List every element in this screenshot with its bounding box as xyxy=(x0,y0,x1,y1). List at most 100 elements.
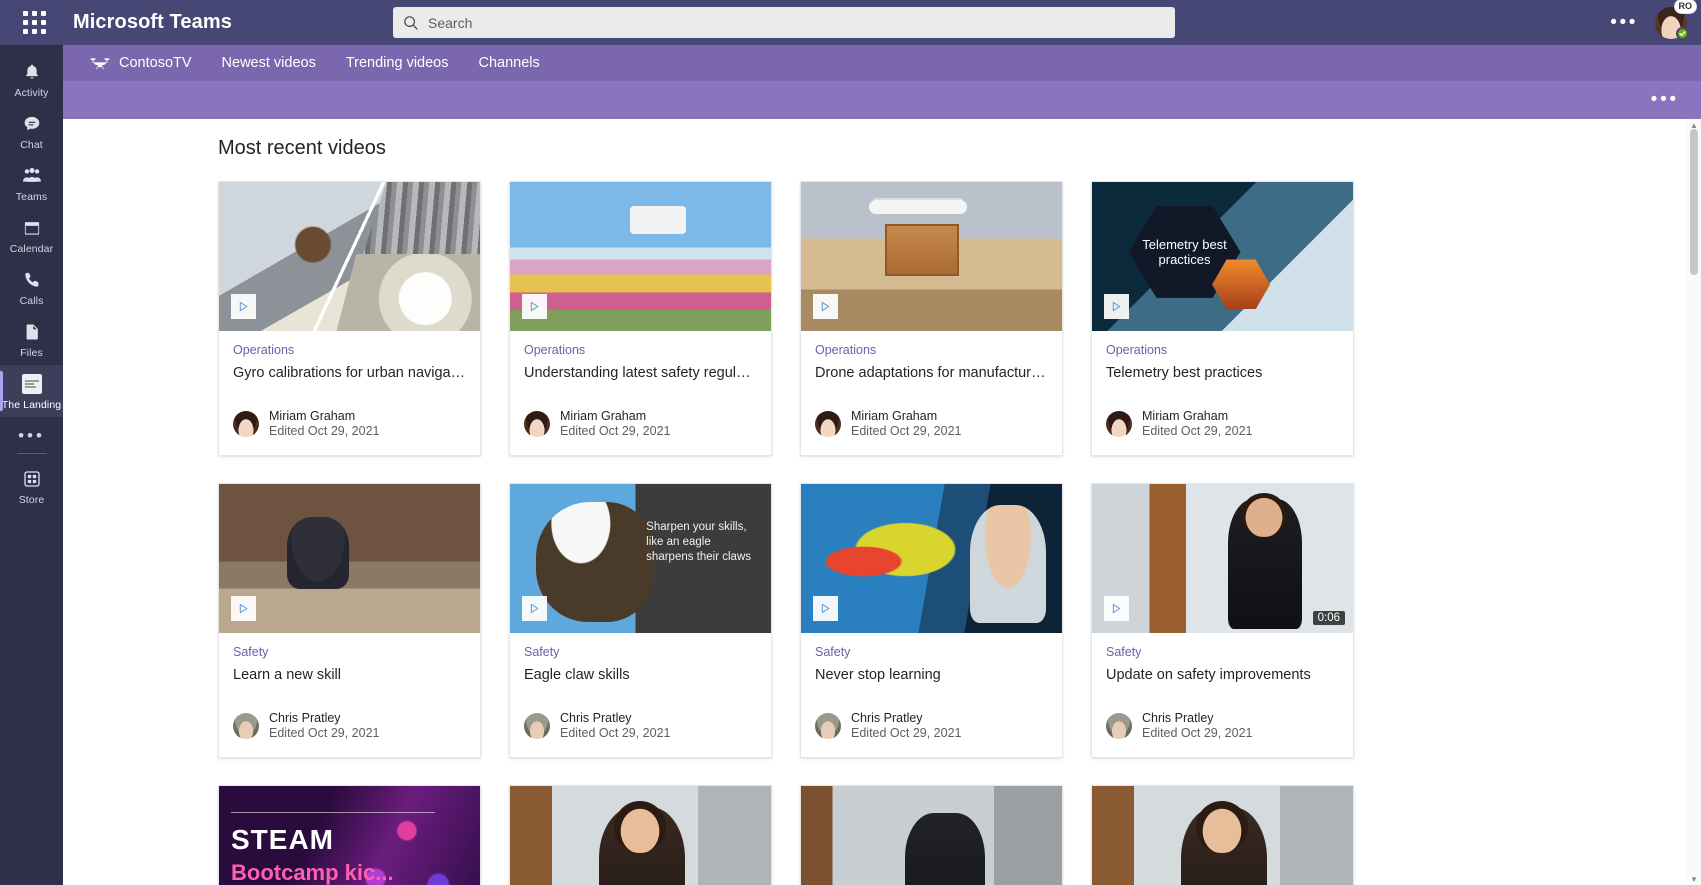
video-title: Understanding latest safety regulations xyxy=(524,365,757,381)
play-button[interactable] xyxy=(813,596,838,621)
author-avatar xyxy=(815,713,841,739)
video-edited-date: Edited Oct 29, 2021 xyxy=(269,726,380,740)
play-button[interactable] xyxy=(522,294,547,319)
video-title: Update on safety improvements xyxy=(1106,667,1311,683)
author-avatar xyxy=(1106,411,1132,437)
app-tab-bar: ContosoTV Newest videos Trending videos … xyxy=(63,45,1701,81)
play-icon xyxy=(239,301,248,312)
author-name: Chris Pratley xyxy=(1142,711,1214,725)
tab-channels[interactable]: Channels xyxy=(478,55,539,71)
video-card[interactable]: Operations Understanding latest safety r… xyxy=(509,181,772,456)
tab-newest-videos[interactable]: Newest videos xyxy=(222,55,316,71)
search-input[interactable] xyxy=(428,14,1165,31)
sidebar-item-store[interactable]: Store xyxy=(0,460,63,512)
sidebar-item-the-landing[interactable]: The Landing xyxy=(0,365,63,417)
author-name: Miriam Graham xyxy=(560,409,647,423)
video-card[interactable] xyxy=(800,785,1063,885)
video-category[interactable]: Operations xyxy=(815,343,1048,357)
video-author-row: Miriam Graham Edited Oct 29, 2021 xyxy=(801,383,1062,455)
video-thumbnail[interactable] xyxy=(510,182,771,331)
video-category[interactable]: Operations xyxy=(1106,343,1339,357)
video-category[interactable]: Safety xyxy=(1106,645,1339,659)
author-avatar xyxy=(1106,713,1132,739)
video-card[interactable]: Operations Drone adaptations for manufac… xyxy=(800,181,1063,456)
video-category[interactable]: Operations xyxy=(524,343,757,357)
chat-icon xyxy=(22,112,42,136)
app-launcher-icon[interactable] xyxy=(10,11,58,34)
tab-contosotv[interactable]: ContosoTV xyxy=(90,55,192,71)
video-category[interactable]: Safety xyxy=(815,645,1048,659)
play-button[interactable] xyxy=(231,294,256,319)
video-category[interactable]: Safety xyxy=(233,645,466,659)
avatar[interactable]: RO xyxy=(1655,0,1697,40)
calendar-icon xyxy=(22,216,42,240)
video-thumbnail[interactable]: 0:06 xyxy=(1092,484,1353,633)
sidebar-item-chat[interactable]: Chat xyxy=(0,105,63,157)
video-thumbnail[interactable]: STEAM Bootcamp kic... xyxy=(219,786,480,885)
thumbnail-overlay-title: STEAM xyxy=(231,824,334,855)
play-button[interactable] xyxy=(522,596,547,621)
video-card[interactable]: Telemetry best practices Operations Tele… xyxy=(1091,181,1354,456)
video-edited-date: Edited Oct 29, 2021 xyxy=(560,424,671,438)
sidebar-item-activity[interactable]: Activity xyxy=(0,53,63,105)
play-button[interactable] xyxy=(1104,596,1129,621)
sidebar-item-calls[interactable]: Calls xyxy=(0,261,63,313)
video-duration-badge: 0:06 xyxy=(1312,611,1345,625)
video-card[interactable]: Operations Gyro calibrations for urban n… xyxy=(218,181,481,456)
sidebar-item-label: Chat xyxy=(20,139,43,151)
video-card[interactable]: STEAM Bootcamp kic... xyxy=(218,785,481,885)
video-thumbnail[interactable] xyxy=(219,182,480,331)
video-category[interactable]: Operations xyxy=(233,343,466,357)
sidebar-item-label: Calendar xyxy=(9,243,54,255)
sidebar-item-calendar[interactable]: Calendar xyxy=(0,209,63,261)
play-icon xyxy=(821,301,830,312)
video-author-row: Chris Pratley Edited Oct 29, 2021 xyxy=(219,685,480,757)
tab-trending-videos[interactable]: Trending videos xyxy=(346,55,449,71)
author-name: Chris Pratley xyxy=(851,711,923,725)
video-thumbnail[interactable] xyxy=(510,786,771,885)
settings-more-button[interactable]: ••• xyxy=(1610,13,1638,32)
author-name: Chris Pratley xyxy=(269,711,341,725)
author-name: Miriam Graham xyxy=(1142,409,1229,423)
sidebar-item-files[interactable]: Files xyxy=(0,313,63,365)
video-author-row: Miriam Graham Edited Oct 29, 2021 xyxy=(510,383,771,455)
video-card[interactable]: Safety Never stop learning Chris Pratley… xyxy=(800,483,1063,758)
content-scrollbar[interactable]: ▲ ▼ xyxy=(1687,119,1701,885)
search-bar[interactable] xyxy=(393,7,1175,38)
bell-icon xyxy=(22,60,42,84)
video-edited-date: Edited Oct 29, 2021 xyxy=(851,726,962,740)
video-title: Gyro calibrations for urban navigation xyxy=(233,365,466,381)
video-thumbnail[interactable] xyxy=(801,484,1062,633)
app-more-options-button[interactable]: ••• xyxy=(1651,90,1679,109)
play-button[interactable] xyxy=(231,596,256,621)
sidebar-item-teams[interactable]: Teams xyxy=(0,157,63,209)
phone-icon xyxy=(22,268,42,292)
video-thumbnail[interactable] xyxy=(801,182,1062,331)
play-icon xyxy=(530,301,539,312)
video-thumbnail[interactable]: Sharpen your skills, like an eagle sharp… xyxy=(510,484,771,633)
app-sub-bar: ••• xyxy=(63,81,1701,119)
video-thumbnail[interactable]: Telemetry best practices xyxy=(1092,182,1353,331)
scroll-down-arrow[interactable]: ▼ xyxy=(1687,873,1701,885)
video-card[interactable]: 0:06 Safety Update on safety improvement… xyxy=(1091,483,1354,758)
video-card[interactable]: Safety Learn a new skill Chris Pratley E… xyxy=(218,483,481,758)
play-button[interactable] xyxy=(1104,294,1129,319)
top-bar: Microsoft Teams ••• RO xyxy=(0,0,1701,45)
video-thumbnail[interactable] xyxy=(801,786,1062,885)
video-card[interactable] xyxy=(1091,785,1354,885)
author-avatar xyxy=(524,713,550,739)
topbar-right-group: ••• RO xyxy=(1610,0,1701,45)
video-thumbnail[interactable] xyxy=(219,484,480,633)
video-thumbnail[interactable] xyxy=(1092,786,1353,885)
video-category[interactable]: Safety xyxy=(524,645,757,659)
sidebar-item-label: Activity xyxy=(14,87,49,99)
scrollbar-thumb[interactable] xyxy=(1690,129,1698,275)
play-icon xyxy=(1112,603,1121,614)
sidebar-more-apps-button[interactable]: ••• xyxy=(18,417,45,447)
video-card[interactable]: Sharpen your skills, like an eagle sharp… xyxy=(509,483,772,758)
play-icon xyxy=(821,603,830,614)
video-card[interactable] xyxy=(509,785,772,885)
play-button[interactable] xyxy=(813,294,838,319)
video-author-row: Chris Pratley Edited Oct 29, 2021 xyxy=(1092,685,1353,757)
video-title: Drone adaptations for manufacturing xyxy=(815,365,1048,381)
